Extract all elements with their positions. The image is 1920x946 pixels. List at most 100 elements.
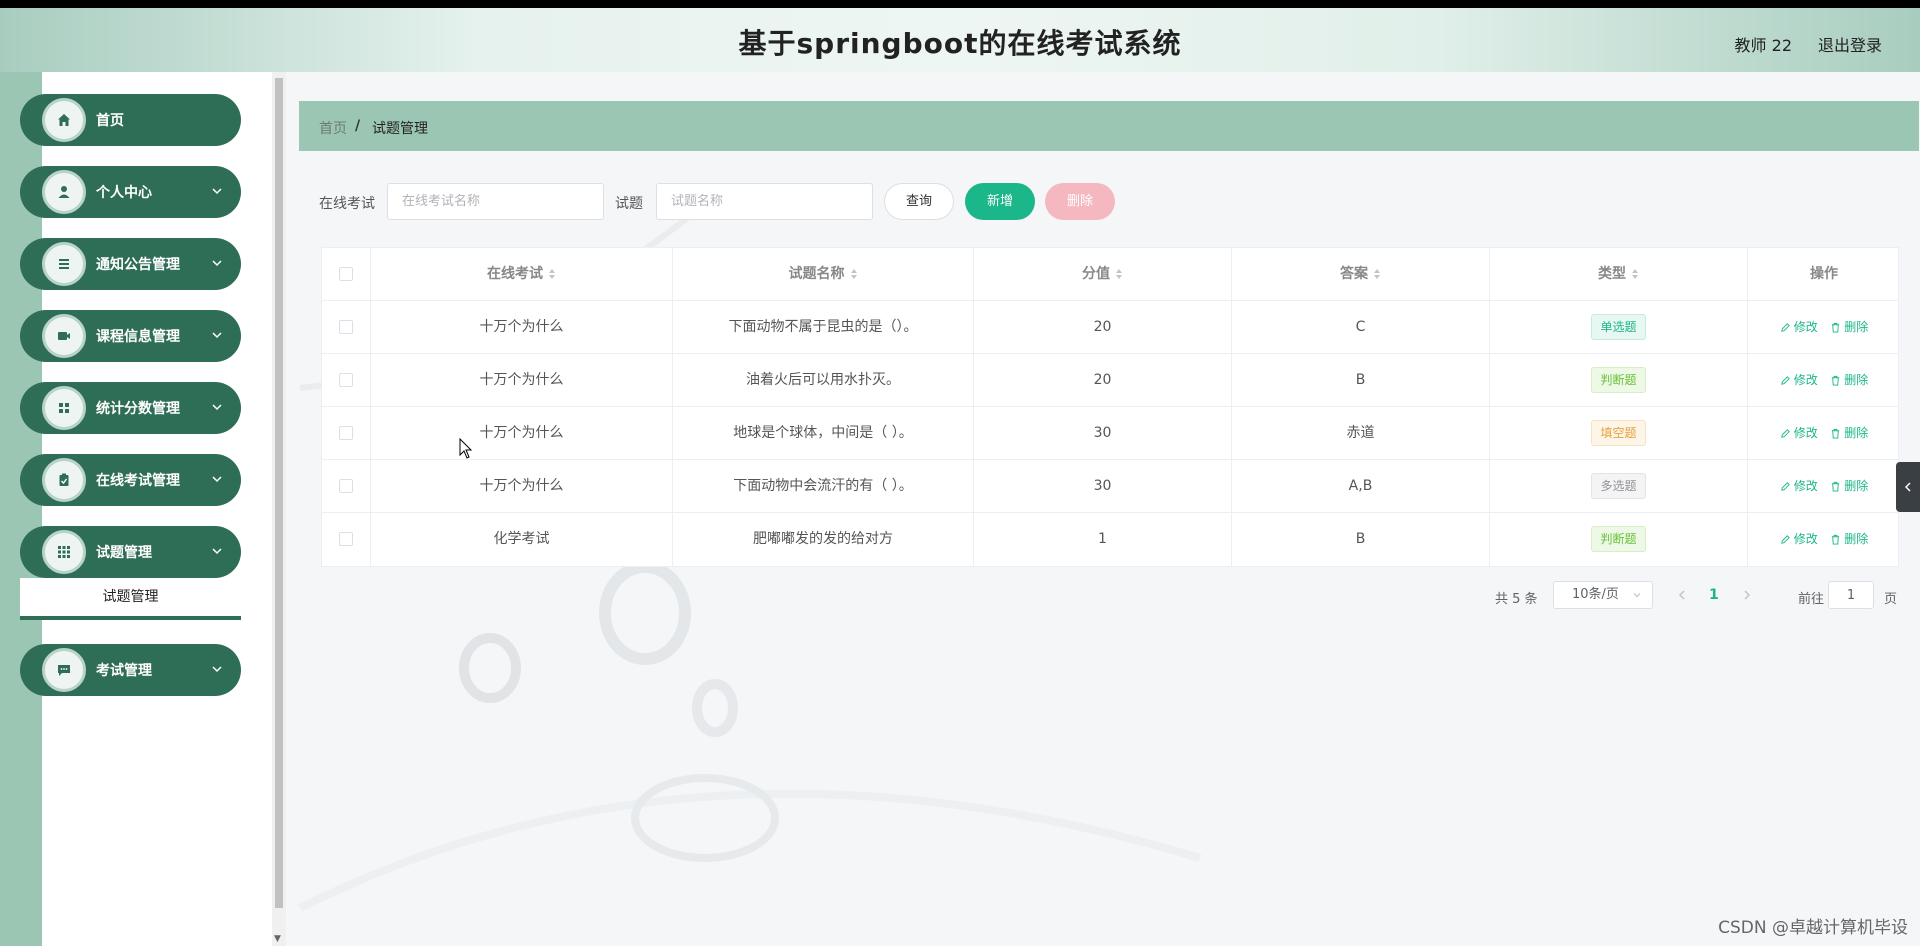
column-header-label: 在线考试	[487, 266, 543, 282]
cell-type: 多选题	[1490, 460, 1748, 513]
row-checkbox[interactable]	[339, 532, 353, 546]
mouse-cursor-icon	[459, 438, 473, 459]
header-answer[interactable]: 答案	[1232, 248, 1490, 301]
row-checkbox[interactable]	[339, 479, 353, 493]
scrollbar-thumb[interactable]	[275, 78, 283, 908]
delete-selected-button[interactable]: 删除	[1045, 183, 1115, 220]
cell-score: 30	[974, 460, 1232, 513]
cell-type: 判断题	[1490, 354, 1748, 407]
breadcrumb-current: 试题管理	[372, 121, 428, 137]
edit-link[interactable]: 修改	[1780, 460, 1818, 513]
table-row: 十万个为什么 下面动物不属于昆虫的是（）。 20 C 单选题 修改 删除	[322, 301, 1898, 354]
delete-link[interactable]: 删除	[1830, 513, 1868, 566]
delete-link[interactable]: 删除	[1830, 354, 1868, 407]
header-select-cell	[322, 248, 371, 301]
row-checkbox[interactable]	[339, 320, 353, 334]
goto-page-input[interactable]	[1828, 581, 1874, 609]
sidebar-item-scores[interactable]: 统计分数管理	[20, 382, 241, 434]
page-size-value: 10条/页	[1572, 587, 1619, 602]
edit-link[interactable]: 修改	[1780, 513, 1818, 566]
logout-link[interactable]: 退出登录	[1818, 32, 1882, 56]
sort-icon[interactable]	[850, 268, 858, 280]
header-exam[interactable]: 在线考试	[371, 248, 673, 301]
trash-icon	[1832, 481, 1840, 492]
cell-question: 下面动物中会流汗的有（ ）。	[673, 460, 974, 513]
breadcrumb-home[interactable]: 首页	[319, 118, 347, 138]
sidebar-item-online-exams[interactable]: 在线考试管理	[20, 454, 241, 506]
watermark: CSDN @卓越计算机毕设	[1718, 918, 1908, 938]
edit-icon	[1780, 376, 1790, 385]
sidebar-item-exams[interactable]: 考试管理	[20, 644, 241, 696]
delete-label: 删除	[1844, 320, 1869, 334]
trash-icon	[1832, 534, 1840, 545]
app-screen: 基于springboot的在线考试系统 教师 22 退出登录 首页 个人中心 通…	[0, 8, 1920, 946]
exam-name-input[interactable]	[387, 183, 604, 220]
sort-icon[interactable]	[548, 268, 556, 280]
sort-icon[interactable]	[1631, 268, 1639, 280]
pagination: 共 5 条 10条/页 1 前往 页	[299, 581, 1919, 611]
cell-exam: 化学考试	[371, 513, 673, 566]
query-button[interactable]: 查询	[884, 183, 954, 220]
cell-score: 1	[974, 513, 1232, 566]
header-score[interactable]: 分值	[974, 248, 1232, 301]
chevron-down-icon	[212, 260, 222, 267]
table-row: 十万个为什么 下面动物中会流汗的有（ ）。 30 A,B 多选题 修改 删除	[322, 460, 1898, 513]
sidebar-item-notices[interactable]: 通知公告管理	[20, 238, 241, 290]
total-count: 共 5 条	[1495, 592, 1538, 607]
cell-exam: 十万个为什么	[371, 301, 673, 354]
cell-type: 判断题	[1490, 513, 1748, 566]
questions-table: 在线考试 试题名称 分值 答案 类型 操作 十万个为什么 下面动物不属于昆虫的是…	[321, 247, 1899, 567]
edit-icon	[1780, 482, 1790, 491]
edit-icon	[1780, 429, 1790, 438]
prev-page-icon[interactable]	[1674, 587, 1690, 603]
search-bar: 在线考试 试题 查询 新增 删除	[299, 181, 1919, 221]
chevron-left-icon	[1904, 482, 1911, 492]
sidebar-item-home[interactable]: 首页	[20, 94, 241, 146]
question-name-input[interactable]	[656, 183, 873, 220]
sidebar-item-profile[interactable]: 个人中心	[20, 166, 241, 218]
sidebar-item-courses[interactable]: 课程信息管理	[20, 310, 241, 362]
edit-label: 修改	[1793, 532, 1818, 546]
chevron-down-icon	[212, 548, 222, 555]
edit-link[interactable]: 修改	[1780, 407, 1818, 460]
sort-icon[interactable]	[1115, 268, 1123, 280]
panel-toggle-button[interactable]	[1896, 462, 1920, 512]
cell-answer: B	[1232, 513, 1490, 566]
next-page-icon[interactable]	[1739, 587, 1755, 603]
current-user: 教师 22	[1734, 36, 1792, 55]
delete-link[interactable]: 删除	[1830, 407, 1868, 460]
sidebar-scrollbar[interactable]: ▼	[272, 72, 286, 946]
trash-icon	[1832, 375, 1840, 386]
header-question[interactable]: 试题名称	[673, 248, 974, 301]
edit-link[interactable]: 修改	[1780, 301, 1818, 354]
sort-icon[interactable]	[1373, 268, 1381, 280]
page-size-select[interactable]: 10条/页	[1553, 581, 1653, 609]
edit-label: 修改	[1793, 320, 1818, 334]
cell-actions: 修改 删除	[1748, 301, 1900, 354]
sidebar-item-questions[interactable]: 试题管理	[20, 526, 241, 578]
edit-link[interactable]: 修改	[1780, 354, 1818, 407]
sidebar-item-label: 个人中心	[96, 185, 152, 201]
row-checkbox[interactable]	[339, 426, 353, 440]
column-header-label: 答案	[1340, 266, 1368, 282]
add-button[interactable]: 新增	[965, 183, 1035, 220]
table-header: 在线考试 试题名称 分值 答案 类型 操作	[322, 248, 1898, 301]
main-content: 首页 / 试题管理 在线考试 试题 查询 新增 删除 在线考试 试题名称 分值 …	[299, 101, 1919, 946]
header-actions: 操作	[1748, 248, 1900, 301]
edit-icon	[1780, 535, 1790, 544]
type-tag: 填空题	[1591, 420, 1646, 446]
delete-link[interactable]: 删除	[1830, 301, 1868, 354]
header-type[interactable]: 类型	[1490, 248, 1748, 301]
table-row: 十万个为什么 油着火后可以用水扑灭。 20 B 判断题 修改 删除	[322, 354, 1898, 407]
row-select-cell	[322, 407, 371, 460]
column-header-label: 操作	[1810, 266, 1838, 282]
select-all-checkbox[interactable]	[339, 267, 353, 281]
sidebar-subitem-questions[interactable]: 试题管理	[20, 578, 241, 620]
trash-icon	[1832, 428, 1840, 439]
scroll-down-arrow-icon[interactable]: ▼	[274, 934, 281, 944]
row-checkbox[interactable]	[339, 373, 353, 387]
breadcrumb-separator: /	[355, 118, 361, 134]
page-number-current[interactable]: 1	[1709, 587, 1719, 603]
chevron-down-icon	[212, 332, 222, 339]
delete-link[interactable]: 删除	[1830, 460, 1868, 513]
